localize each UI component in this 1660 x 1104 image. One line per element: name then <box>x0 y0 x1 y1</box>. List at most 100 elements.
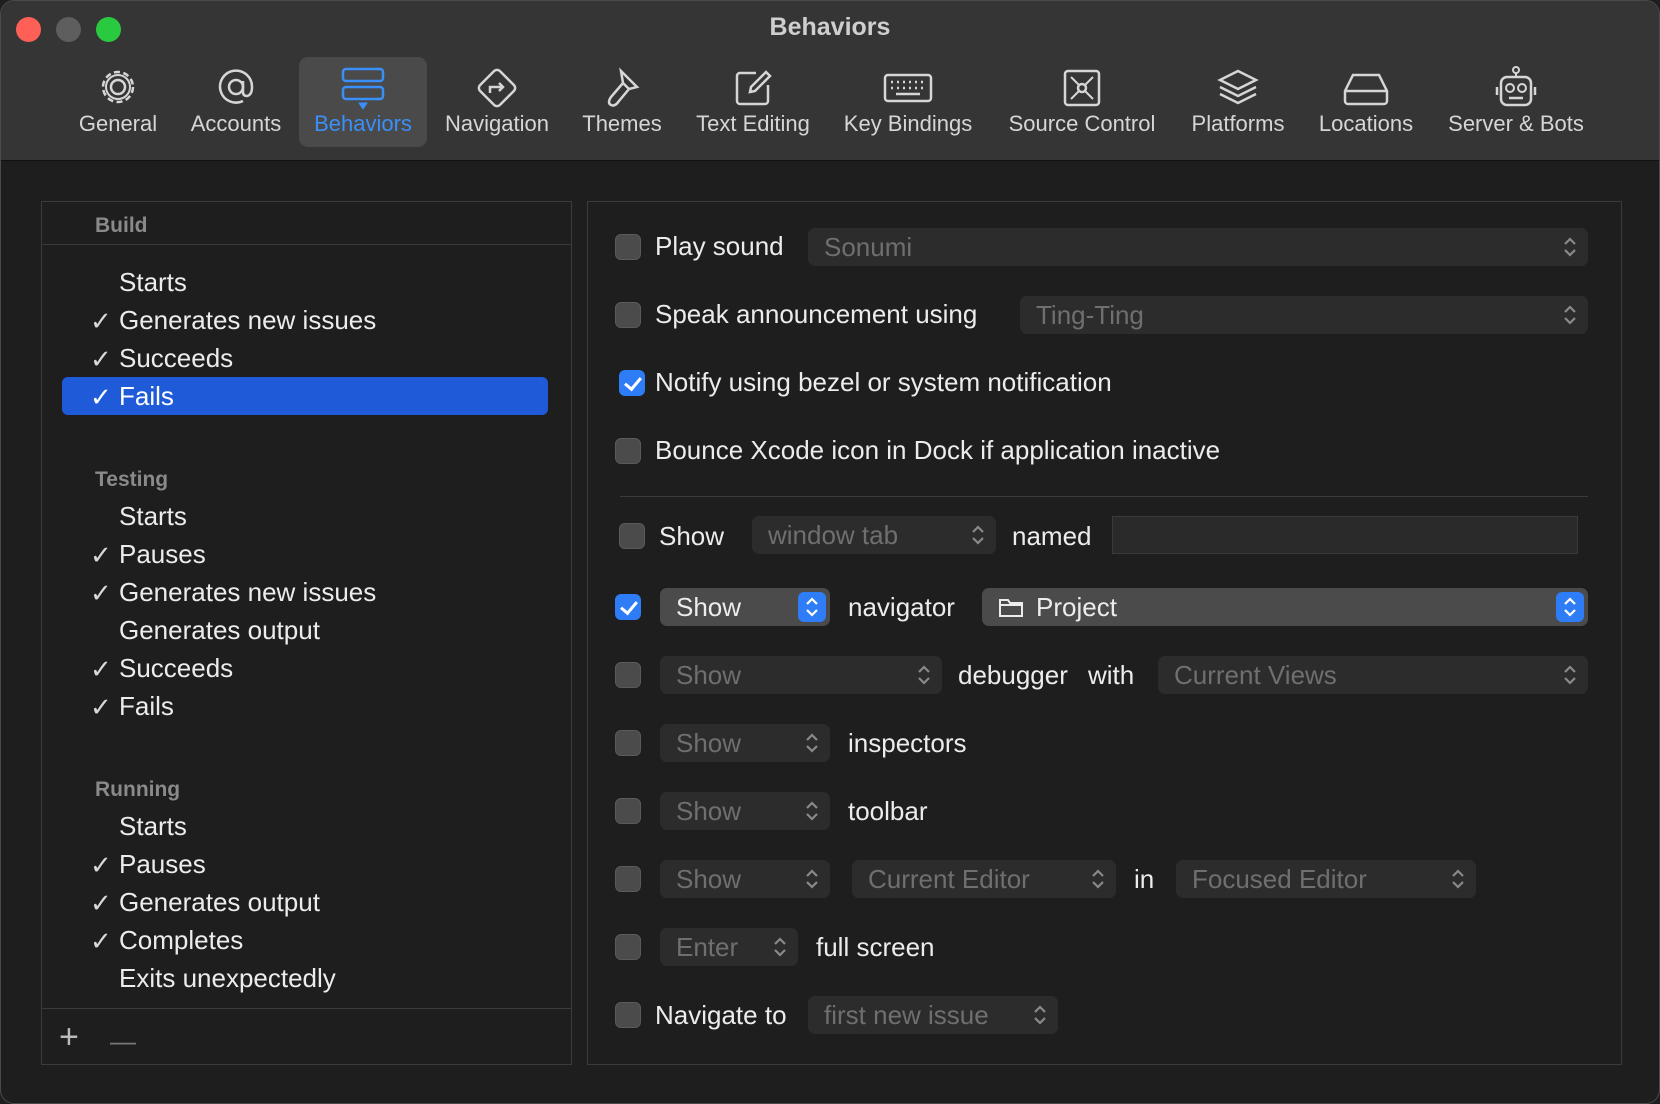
full-screen-checkbox[interactable] <box>615 934 641 960</box>
navigator-show-value: Show <box>676 592 742 622</box>
group-header-running: Running <box>95 778 181 801</box>
play-sound-label: Play sound <box>655 231 784 261</box>
list-item-label: Pauses <box>119 539 206 569</box>
list-item-selected[interactable]: ✓ Fails <box>62 377 548 415</box>
updown-chevron-icon <box>806 801 818 821</box>
behaviors-icon <box>341 67 385 110</box>
tab-server-bots[interactable]: Server & Bots <box>1439 57 1593 147</box>
tab-source-control[interactable]: Source Control <box>999 57 1165 147</box>
tab-navigation[interactable]: Navigation <box>437 57 557 147</box>
toolbar-checkbox[interactable] <box>615 798 641 824</box>
inspectors-show-select[interactable]: Show <box>660 724 830 762</box>
list-item[interactable]: ✓ Fails <box>62 687 548 725</box>
navigator-checkbox[interactable] <box>615 594 641 620</box>
debugger-show-select[interactable]: Show <box>660 656 942 694</box>
updown-chevron-icon <box>1034 1005 1046 1025</box>
bounce-checkbox[interactable] <box>615 438 641 464</box>
list-item[interactable]: ✓ Pauses <box>62 535 548 573</box>
tab-general[interactable]: General <box>69 57 167 147</box>
list-item[interactable]: Starts <box>62 807 548 845</box>
checkmark-icon: ✓ <box>90 382 112 412</box>
debugger-checkbox[interactable] <box>615 662 641 688</box>
updown-chevron-icon <box>806 869 818 889</box>
window-title: Behaviors <box>769 13 891 41</box>
brush-icon <box>607 67 640 107</box>
list-item[interactable]: ✓ Pauses <box>62 845 548 883</box>
list-item-label: Generates new issues <box>119 305 377 335</box>
divider <box>42 1008 571 1009</box>
inspectors-checkbox[interactable] <box>615 730 641 756</box>
tab-behaviors[interactable]: Behaviors <box>299 57 427 147</box>
updown-chevron-icon <box>1564 305 1576 325</box>
list-item[interactable]: Exits unexpectedly <box>62 959 548 997</box>
list-item[interactable]: ✓ Generates new issues <box>62 301 548 339</box>
list-item-label: Exits unexpectedly <box>119 963 336 993</box>
debugger-views-select[interactable]: Current Views <box>1158 656 1588 694</box>
editor-checkbox[interactable] <box>615 866 641 892</box>
sound-select[interactable]: Sonumi <box>808 228 1588 266</box>
editor-show-select[interactable]: Show <box>660 860 830 898</box>
add-button[interactable]: + <box>59 1020 79 1054</box>
updown-chevron-icon <box>1556 592 1584 622</box>
list-item[interactable]: Starts <box>62 497 548 535</box>
target-editor-value: Focused Editor <box>1192 864 1367 894</box>
list-item-label: Starts <box>119 501 187 531</box>
tab-label: Source Control <box>1008 111 1156 136</box>
tab-locations[interactable]: Locations <box>1311 57 1421 147</box>
list-item[interactable]: ✓ Generates output <box>62 883 548 921</box>
speak-announcement-checkbox[interactable] <box>615 302 641 328</box>
list-item[interactable]: ✓ Succeeds <box>62 649 548 687</box>
debugger-views-value: Current Views <box>1174 660 1337 690</box>
tab-accounts[interactable]: Accounts <box>183 57 289 147</box>
remove-button[interactable]: — <box>110 1024 136 1058</box>
full-screen-select[interactable]: Enter <box>660 928 798 966</box>
show-tab-checkbox[interactable] <box>619 523 645 549</box>
tab-label: Platforms <box>1191 111 1285 136</box>
list-item[interactable]: ✓ Completes <box>62 921 548 959</box>
updown-chevron-icon <box>1092 869 1104 889</box>
navigator-select[interactable]: Project <box>982 588 1588 626</box>
full-screen-value: Enter <box>676 932 739 962</box>
list-item[interactable]: Generates output <box>62 611 548 649</box>
tab-type-select[interactable]: window tab <box>752 516 996 554</box>
drive-icon <box>1343 73 1389 106</box>
editor-type-select[interactable]: Current Editor <box>852 860 1116 898</box>
play-sound-checkbox[interactable] <box>615 234 641 260</box>
voice-select[interactable]: Ting-Ting <box>1020 296 1588 334</box>
list-item[interactable]: ✓ Generates new issues <box>62 573 548 611</box>
keyboard-icon <box>883 73 933 103</box>
updown-chevron-icon <box>972 525 984 545</box>
list-item[interactable]: ✓ Succeeds <box>62 339 548 377</box>
robot-icon <box>1495 66 1537 107</box>
updown-chevron-icon <box>774 937 786 957</box>
navigator-show-select[interactable]: Show <box>660 588 830 626</box>
tab-platforms[interactable]: Platforms <box>1183 57 1293 147</box>
target-editor-select[interactable]: Focused Editor <box>1176 860 1476 898</box>
debugger-show-value: Show <box>676 660 742 690</box>
source-control-icon <box>1063 69 1101 107</box>
toolbar-label: toolbar <box>848 796 928 826</box>
navigate-to-checkbox[interactable] <box>615 1002 641 1028</box>
tab-key-bindings[interactable]: Key Bindings <box>837 57 979 147</box>
toolbar-show-value: Show <box>676 796 742 826</box>
notify-checkbox[interactable] <box>619 370 645 396</box>
gear-icon <box>101 70 135 104</box>
navigate-to-select[interactable]: first new issue <box>808 996 1058 1034</box>
navigate-to-value: first new issue <box>824 1000 989 1030</box>
navigator-label: navigator <box>848 592 955 622</box>
tab-name-field[interactable] <box>1112 516 1578 554</box>
list-item-label: Starts <box>119 811 187 841</box>
sound-select-value: Sonumi <box>824 232 913 262</box>
tab-text-editing[interactable]: Text Editing <box>687 57 819 147</box>
navigate-to-label: Navigate to <box>655 1000 787 1030</box>
with-label: with <box>1088 660 1135 690</box>
list-item-label: Fails <box>119 381 174 411</box>
preferences-window: Behaviors General Accounts Behaviors Nav… <box>0 0 1660 1104</box>
toolbar-show-select[interactable]: Show <box>660 792 830 830</box>
checkmark-icon: ✓ <box>90 850 112 880</box>
list-item[interactable]: Starts <box>62 263 548 301</box>
updown-chevron-icon <box>798 592 826 622</box>
tab-themes[interactable]: Themes <box>575 57 669 147</box>
tab-label: Key Bindings <box>843 111 973 136</box>
editor-show-value: Show <box>676 864 742 894</box>
